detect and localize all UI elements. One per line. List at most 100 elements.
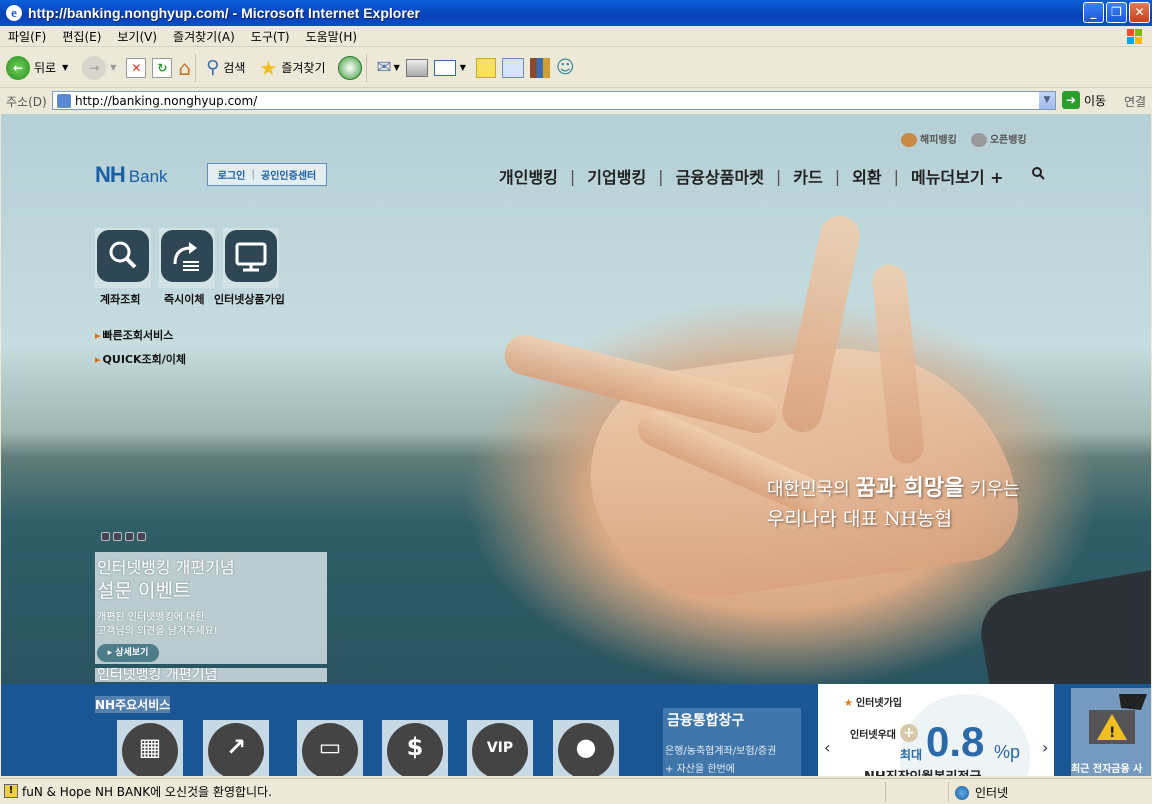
instant-transfer-button[interactable] <box>159 228 215 288</box>
promo-panel[interactable]: 인터넷가입 인터넷우대 + 최대 0.8 %p NH직장인월복리적금 ‹ › <box>818 684 1054 776</box>
discuss-button[interactable] <box>475 52 496 84</box>
maximize-button[interactable]: ❐ <box>1106 2 1127 23</box>
links-label[interactable]: 연결 <box>1124 93 1146 110</box>
hero-text-b: 꿈과 희망을 <box>855 475 965 501</box>
account-inquiry-label[interactable]: 계좌조회 <box>100 291 140 307</box>
go-button[interactable]: ➜ 이동 <box>1062 91 1106 109</box>
people-icon: ☺ <box>555 57 575 78</box>
hero-text-a: 대한민국의 <box>767 479 856 500</box>
close-button[interactable]: ✕ <box>1129 2 1150 23</box>
card-icon: ▭ <box>318 733 342 761</box>
happy-banking-link[interactable]: 해피뱅킹 <box>901 131 957 147</box>
promo-prev-button[interactable]: ‹ <box>824 738 830 757</box>
menu-help[interactable]: 도움말(H) <box>298 28 366 45</box>
zone-label: 인터넷 <box>975 786 1009 800</box>
back-button[interactable]: ← 뒤로 ▼ <box>6 52 68 84</box>
carousel-dot[interactable] <box>101 532 110 541</box>
promo-product: NH직장인월복리적금 <box>864 766 981 776</box>
research-button[interactable] <box>529 52 550 84</box>
warning-icon: ! <box>1089 694 1147 744</box>
menu-edit[interactable]: 편집(E) <box>54 28 109 45</box>
instant-transfer-label[interactable]: 즉시이체 <box>164 291 204 307</box>
nav-products[interactable]: 금융상품마켓 <box>676 164 764 188</box>
back-dropdown-icon[interactable]: ▼ <box>62 63 68 72</box>
favorites-button[interactable]: ★ 즐겨찾기 <box>259 52 325 84</box>
carousel-dot[interactable] <box>113 532 122 541</box>
messenger-button[interactable] <box>501 52 524 84</box>
internet-product-label[interactable]: 인터넷상품가입 <box>214 291 285 307</box>
nav-more[interactable]: 메뉴더보기 + <box>911 164 1004 188</box>
address-url[interactable]: http://banking.nonghyup.com/ <box>75 94 257 108</box>
search-button[interactable]: ⚲ 검색 <box>206 52 245 84</box>
location-icon: ● <box>575 733 597 761</box>
edit-button[interactable]: ▼ <box>433 52 466 84</box>
promo-max: 최대 <box>900 748 923 762</box>
service-item-3[interactable]: ▭ <box>297 720 363 776</box>
happy-banking-label: 해피뱅킹 <box>920 135 957 146</box>
event-card-next[interactable]: 인터넷뱅킹 개편기념 <box>95 668 327 682</box>
nav-fx[interactable]: 외환 <box>852 164 881 188</box>
nav-corporate[interactable]: 기업뱅킹 <box>587 164 646 188</box>
fraud-warning-banner[interactable]: ! 최근 전자금융 사기피해 주의 <box>1071 688 1151 776</box>
warning-status-icon[interactable]: ! <box>4 784 18 798</box>
magnifier-icon: ⚲ <box>206 57 220 78</box>
event-detail-button[interactable]: ▸ 상세보기 <box>97 644 159 662</box>
internet-product-button[interactable] <box>223 228 279 288</box>
forward-arrow-icon: → <box>82 55 107 80</box>
carousel-dot[interactable] <box>137 532 146 541</box>
globe-icon <box>955 785 969 800</box>
service-item-4[interactable]: $ <box>382 720 448 776</box>
forward-dropdown-icon[interactable]: ▼ <box>110 63 116 72</box>
note-icon <box>475 57 496 78</box>
forward-button[interactable]: → ▼ <box>82 52 116 84</box>
login-link[interactable]: 로그인 <box>218 167 246 182</box>
event-next-title: 인터넷뱅킹 개편기념 <box>97 668 218 682</box>
login-divider: | <box>251 169 256 180</box>
finance-window-panel[interactable]: 금융통합창구 은행/농축협계좌/보험/증권 + 자산을 한번에 <box>663 708 801 776</box>
menu-view[interactable]: 보기(V) <box>109 28 165 45</box>
finance-desc-1: 은행/농축협계좌/보험/증권 <box>665 746 777 757</box>
edit-dropdown-icon[interactable]: ▼ <box>460 63 466 72</box>
open-banking-link[interactable]: 오픈뱅킹 <box>970 131 1027 147</box>
toolbar: ← 뒤로 ▼ → ▼ ✕ ↻ ⌂ ⚲ 검색 ★ 즐겨찾기 ✉ ▼ ▼ ☺ <box>0 48 1152 88</box>
address-bar: 주소(D) http://banking.nonghyup.com/ ▼ ➜ 이… <box>0 89 1152 113</box>
service-item-2[interactable]: ↗ <box>203 720 269 776</box>
promo-next-button[interactable]: › <box>1042 738 1048 757</box>
search-icon[interactable] <box>1031 166 1045 180</box>
instant-transfer-tile <box>161 230 213 282</box>
nav-divider: | <box>658 166 664 186</box>
address-dropdown-icon[interactable]: ▼ <box>1039 92 1055 109</box>
nav-personal[interactable]: 개인뱅킹 <box>499 164 558 188</box>
nav-card[interactable]: 카드 <box>793 164 822 188</box>
service-item-6[interactable]: ● <box>553 720 619 776</box>
refresh-button[interactable]: ↻ <box>152 52 173 84</box>
menu-favorites[interactable]: 즐겨찾기(A) <box>165 28 243 45</box>
stop-icon: ✕ <box>126 57 147 78</box>
service-item-1[interactable]: ▦ <box>117 720 183 776</box>
nh-bank-logo[interactable]: NH Bank <box>95 162 168 188</box>
internet-product-tile <box>225 230 277 282</box>
quick-transfer-link[interactable]: QUICK조회/이체 <box>95 351 186 367</box>
event-card[interactable]: 인터넷뱅킹 개편기념 설문 이벤트 개편된 인터넷뱅킹에 대한 고객님의 의견을… <box>95 552 327 664</box>
contacts-button[interactable]: ☺ <box>556 52 575 84</box>
hero-line-1: 대한민국의 꿈과 희망을 키우는 <box>767 470 1020 502</box>
menu-bar: 파일(F) 편집(E) 보기(V) 즐겨찾기(A) 도구(T) 도움말(H) <box>0 26 1152 47</box>
menu-tools[interactable]: 도구(T) <box>243 28 298 45</box>
mail-button[interactable]: ✉ ▼ <box>377 52 400 84</box>
stop-button[interactable]: ✕ <box>126 52 147 84</box>
address-input[interactable]: http://banking.nonghyup.com/ ▼ <box>52 91 1056 110</box>
promo-line-1: 인터넷우대 <box>850 730 896 741</box>
home-button[interactable]: ⌂ <box>178 52 191 84</box>
title-bar: e http://banking.nonghyup.com/ - Microso… <box>0 0 1152 26</box>
account-inquiry-button[interactable] <box>95 228 151 288</box>
menu-file[interactable]: 파일(F) <box>0 28 54 45</box>
print-button[interactable] <box>405 52 428 84</box>
service-item-5[interactable]: VIP <box>467 720 533 776</box>
minimize-button[interactable]: _ <box>1083 2 1104 23</box>
back-label: 뒤로 <box>34 61 57 75</box>
mail-dropdown-icon[interactable]: ▼ <box>394 63 400 72</box>
cert-center-link[interactable]: 공인인증센터 <box>261 167 316 182</box>
carousel-dot[interactable] <box>125 532 134 541</box>
quick-inquiry-link[interactable]: 빠른조회서비스 <box>95 327 174 343</box>
history-button[interactable] <box>337 52 362 84</box>
